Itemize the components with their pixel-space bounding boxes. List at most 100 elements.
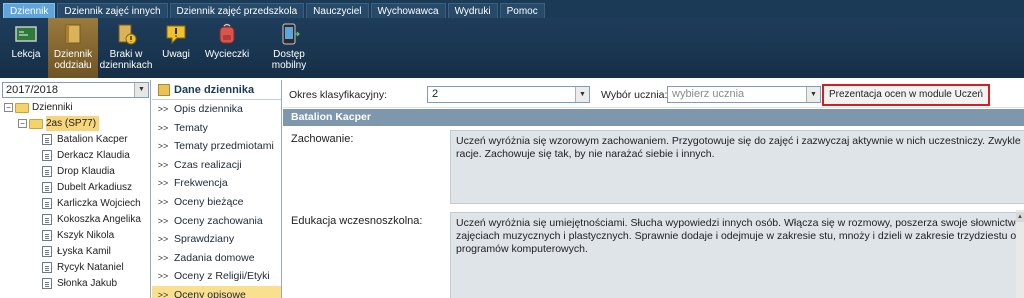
menu-tab-dziennik[interactable]: Dziennik <box>3 3 56 18</box>
double-chevron-icon: >> <box>157 122 169 133</box>
student-name-header: Batalion Kacper <box>283 109 1024 126</box>
descriptive-grades-content: Okres klasyfikacyjny: 2 ▼ Wybór ucznia: … <box>283 80 1024 298</box>
tree-student-label: Kszyk Nikola <box>57 230 115 241</box>
nav-item-tematy-przedmiotami[interactable]: >> Tematy przedmiotami <box>152 137 281 156</box>
zachowanie-textarea[interactable]: Uczeń wyróżnia się wzorowym zachowaniem.… <box>450 130 1024 204</box>
tree-student-item[interactable]: Rycyk Nataniel <box>42 260 124 275</box>
menu-tab-pomoc[interactable]: Pomoc <box>499 3 545 18</box>
nav-item-tematy[interactable]: >> Tematy <box>152 119 281 138</box>
double-chevron-icon: >> <box>157 178 169 189</box>
tree-student-label: Rycyk Nataniel <box>57 262 124 273</box>
tree-student-label: Kokoszka Angelika <box>57 214 141 225</box>
tree-student-label: Łyska Kamil <box>57 246 111 257</box>
exclamation-note-icon <box>166 25 186 45</box>
dziennik-oddzialu-label-1: Dziennik <box>53 49 93 60</box>
backpack-icon <box>219 23 235 44</box>
dziennik-oddzialu-label-2: oddziału <box>54 60 92 71</box>
school-year-select[interactable]: 2017/2018 ▼ <box>2 82 149 98</box>
nav-item-frekwencja[interactable]: >> Frekwencja <box>152 174 281 193</box>
document-icon <box>42 150 52 161</box>
menu-tab-dziennik-zajec-przedszkola[interactable]: Dziennik zajęć przedszkola <box>169 3 305 18</box>
nav-item-opis-dziennika[interactable]: >> Opis dziennika <box>152 100 281 119</box>
tree-student-item[interactable]: Dubelt Arkadiusz <box>42 180 132 195</box>
tree-student-item[interactable]: Derkacz Klaudia <box>42 148 130 163</box>
nav-item-oceny-opisowe[interactable]: >> Oceny opisowe <box>152 285 281 298</box>
journal-tree-panel: 2017/2018 ▼ − Dzienniki − 2as (SP77) Bat… <box>0 80 151 298</box>
menu-tab-nauczyciel[interactable]: Nauczyciel <box>306 3 369 18</box>
uczen-select[interactable]: wybierz ucznia ▼ <box>667 86 821 103</box>
lekcja-button[interactable]: Lekcja <box>4 18 48 78</box>
nav-item-sprawdziany[interactable]: >> Sprawdziany <box>152 230 281 249</box>
tree-student-item[interactable]: Karliczka Wojciech <box>42 196 141 211</box>
prezentacja-ocen-button[interactable]: Prezentacja ocen w module Uczeń <box>822 84 990 106</box>
nav-item-label: Oceny bieżące <box>174 195 244 208</box>
braki-label-1: Braki w <box>109 49 143 60</box>
chevron-down-icon[interactable]: ▼ <box>134 83 148 97</box>
document-icon <box>42 134 52 145</box>
folder-open-icon <box>29 118 43 129</box>
uczen-label: Wybór ucznia: <box>601 89 668 101</box>
double-chevron-icon: >> <box>157 141 169 152</box>
double-chevron-icon: >> <box>157 289 169 298</box>
dziennik-oddzialu-button[interactable]: Dziennik oddziału <box>48 18 98 78</box>
nav-item-label: Frekwencja <box>174 177 228 190</box>
chevron-down-icon[interactable]: ▼ <box>806 87 820 102</box>
document-icon <box>42 182 52 193</box>
tree-student-label: Batalion Kacper <box>57 134 128 145</box>
double-chevron-icon: >> <box>157 159 169 170</box>
nav-item-label: Tematy <box>174 121 208 134</box>
nav-header: Dane dziennika <box>152 80 281 100</box>
double-chevron-icon: >> <box>157 196 169 207</box>
tree-student-item[interactable]: Kszyk Nikola <box>42 228 114 243</box>
braki-w-dziennikach-button[interactable]: Braki w dziennikach <box>98 18 154 78</box>
document-icon <box>42 246 52 257</box>
tree-class-node[interactable]: − 2as (SP77) <box>18 116 100 131</box>
blackboard-icon <box>15 26 37 42</box>
edukacja-textarea[interactable]: Uczeń wyróżnia się umiejętnościami. Słuc… <box>450 212 1024 298</box>
zachowanie-label: Zachowanie: <box>291 133 354 145</box>
tree-student-item[interactable]: Batalion Kacper <box>42 132 128 147</box>
dostep-mobilny-button[interactable]: Dostęp mobilny <box>264 18 314 78</box>
uczen-placeholder: wybierz ucznia <box>672 88 745 100</box>
document-icon <box>42 278 52 289</box>
chevron-down-icon[interactable]: ▼ <box>575 87 589 102</box>
menu-tab-wydruki[interactable]: Wydruki <box>447 3 498 18</box>
wycieczki-button[interactable]: Wycieczki <box>202 18 252 78</box>
tree-student-item[interactable]: Drop Klaudia <box>42 164 115 179</box>
nav-item-zadania-domowe[interactable]: >> Zadania domowe <box>152 249 281 268</box>
tree-student-item[interactable]: Łyska Kamil <box>42 244 111 259</box>
journal-icon <box>158 83 170 96</box>
okres-select[interactable]: 2 ▼ <box>427 86 590 103</box>
collapse-icon[interactable]: − <box>18 119 27 128</box>
edukacja-label: Edukacja wczesnoszkolna: <box>291 215 423 227</box>
nav-item-oceny-biezace[interactable]: >> Oceny bieżące <box>152 193 281 212</box>
main-menu-bar: Dziennik Dziennik zajęć innych Dziennik … <box>0 0 1024 18</box>
tree-student-item[interactable]: Kokoszka Angelika <box>42 212 141 227</box>
lekcja-label: Lekcja <box>11 49 41 60</box>
nav-header-label: Dane dziennika <box>174 83 255 96</box>
uwagi-button[interactable]: Uwagi <box>158 18 194 78</box>
nav-item-czas-realizacji[interactable]: >> Czas realizacji <box>152 156 281 175</box>
tree-root-dzienniki[interactable]: − Dzienniki <box>4 100 73 115</box>
tree-student-item[interactable]: Słonka Jakub <box>42 276 117 291</box>
nav-item-label: Czas realizacji <box>174 158 242 171</box>
menu-tab-dziennik-zajec-innych[interactable]: Dziennik zajęć innych <box>57 3 168 18</box>
edukacja-row: Edukacja wczesnoszkolna: Uczeń wyróżnia … <box>283 210 1024 298</box>
mobile-phone-icon <box>282 23 300 45</box>
document-icon <box>42 214 52 225</box>
school-year-value: 2017/2018 <box>6 84 58 96</box>
document-icon <box>42 198 52 209</box>
document-icon <box>42 262 52 273</box>
double-chevron-icon: >> <box>157 234 169 245</box>
nav-item-oceny-z-religii-etyki[interactable]: >> Oceny z Religii/Etyki <box>152 267 281 286</box>
journal-warning-icon <box>118 24 137 45</box>
double-chevron-icon: >> <box>157 215 169 226</box>
nav-item-oceny-zachowania[interactable]: >> Oceny zachowania <box>152 212 281 231</box>
collapse-icon[interactable]: − <box>4 103 13 112</box>
journal-data-nav: Dane dziennika >> Opis dziennika >> Tematy… <box>152 80 282 298</box>
scroll-up-icon[interactable]: ▲ <box>1016 212 1024 222</box>
vertical-scrollbar[interactable] <box>1016 210 1024 298</box>
menu-tab-wychowawca[interactable]: Wychowawca <box>370 3 446 18</box>
double-chevron-icon: >> <box>157 271 169 282</box>
tree-student-label: Drop Klaudia <box>57 166 115 177</box>
